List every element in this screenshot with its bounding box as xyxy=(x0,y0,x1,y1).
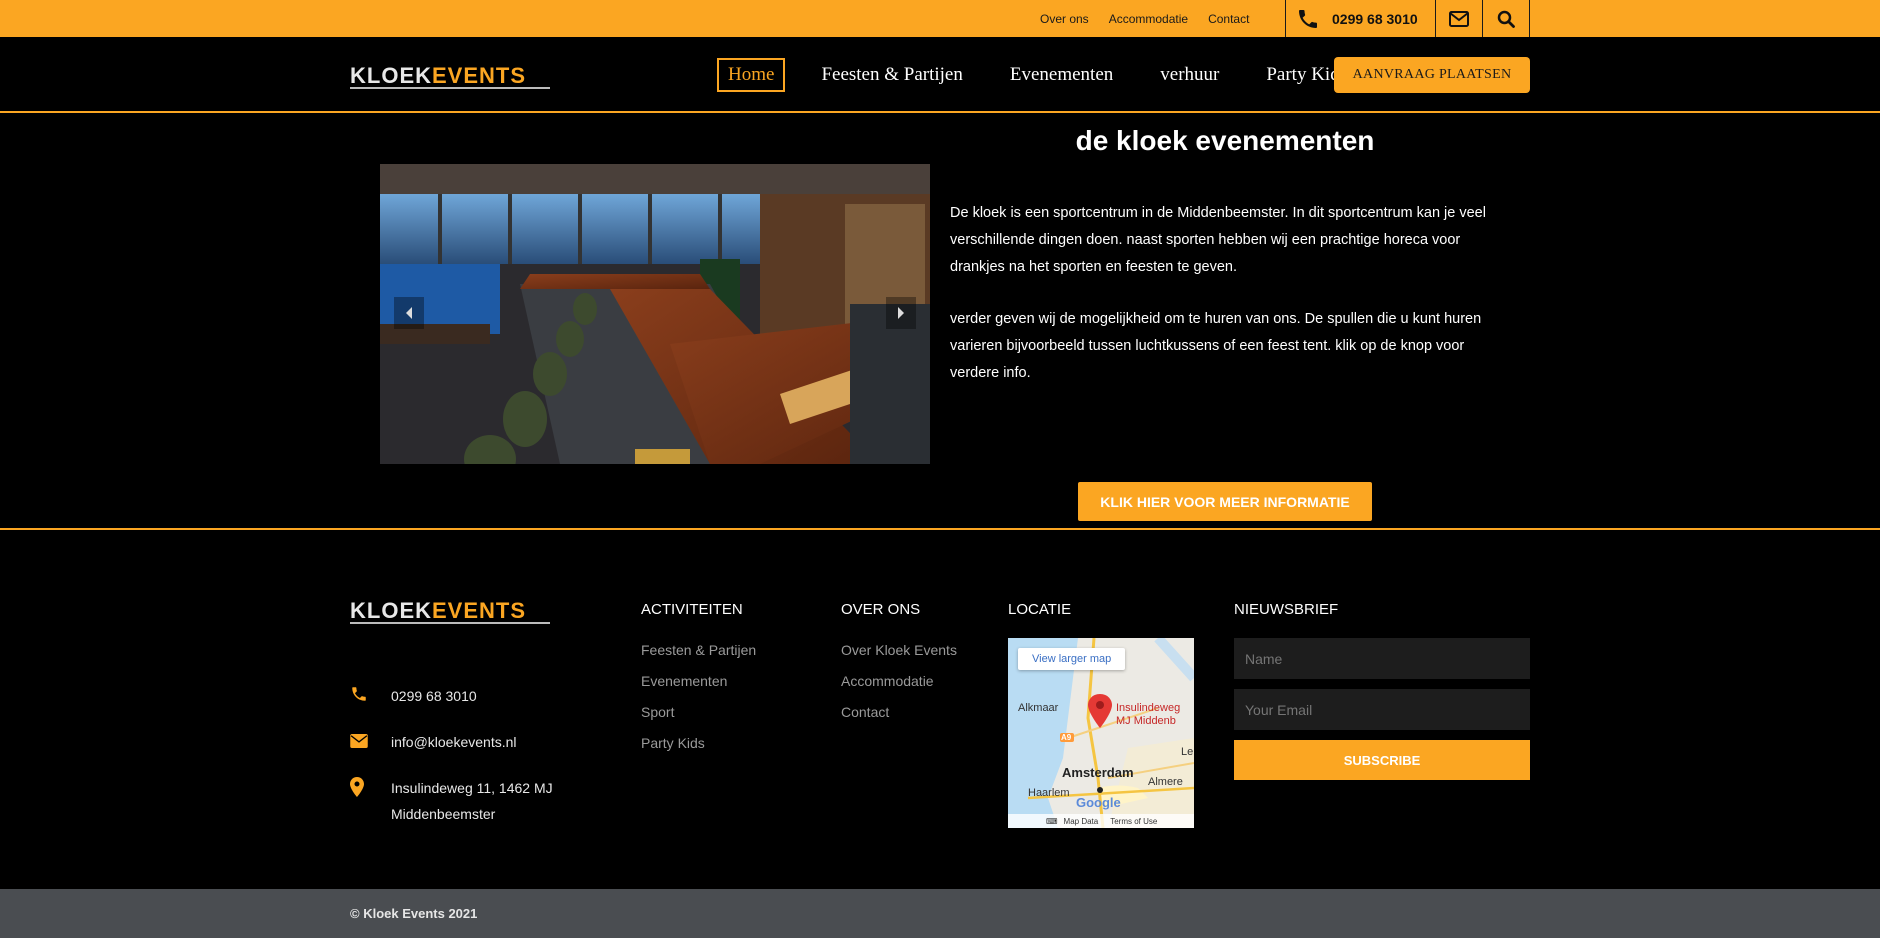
logo-text-left: KLOEK xyxy=(350,63,432,88)
intro-section: de kloek evenementen De kloek is een spo… xyxy=(0,113,1880,530)
map-label-alkmaar: Alkmaar xyxy=(1018,702,1059,714)
top-link-contact[interactable]: Contact xyxy=(1208,12,1249,26)
map-data-link[interactable]: Map Data xyxy=(1064,817,1099,826)
page-title: de kloek evenementen xyxy=(1075,125,1375,156)
map-label-insulindeweg: Insulindeweg xyxy=(1116,702,1181,714)
map-label-a9: A9 xyxy=(1061,733,1072,742)
search-button[interactable] xyxy=(1483,0,1529,37)
map-pin-icon xyxy=(350,777,364,797)
more-info-button[interactable]: KLIK HIER VOOR MEER INFORMATIE xyxy=(1078,482,1372,521)
footer-email[interactable]: info@kloekevents.nl xyxy=(391,729,517,755)
footer-link-contact[interactable]: Contact xyxy=(841,704,889,720)
over-ons-heading: OVER ONS xyxy=(841,601,921,618)
mail-button[interactable] xyxy=(1436,0,1482,37)
activiteiten-heading: ACTIVITEITEN xyxy=(641,601,743,618)
bar-interior-image xyxy=(380,164,930,464)
top-link-over-ons[interactable]: Over ons xyxy=(1040,12,1089,26)
footer-logo-underline xyxy=(350,622,550,624)
nav-menu: Home Feesten & Partijen Evenementen verh… xyxy=(717,37,1393,113)
footer-phone[interactable]: 0299 68 3010 xyxy=(391,683,477,709)
nav-home[interactable]: Home xyxy=(717,58,786,92)
footer-link-evenementen[interactable]: Evenementen xyxy=(641,673,727,689)
search-icon xyxy=(1497,10,1515,28)
slider-prev-button[interactable] xyxy=(394,297,424,329)
footer-link-sport[interactable]: Sport xyxy=(641,704,674,720)
map-label-lelystad: Le xyxy=(1181,746,1194,758)
address-line-1: Insulindeweg 11, 1462 MJ xyxy=(391,780,553,796)
nav-feesten-partijen[interactable]: Feesten & Partijen xyxy=(810,58,973,92)
copyright-text: © Kloek Events 2021 xyxy=(350,906,478,921)
divider xyxy=(1529,0,1530,37)
footer: KLOEK EVENTS 0299 68 3010 info@kloekeven… xyxy=(0,532,1880,889)
intro-paragraph-1: De kloek is een sportcentrum in de Midde… xyxy=(950,205,1486,275)
footer-link-party-kids[interactable]: Party Kids xyxy=(641,735,705,751)
top-link-accommodatie[interactable]: Accommodatie xyxy=(1109,12,1188,26)
intro-paragraph-2: verder geven wij de mogelijkheid om te h… xyxy=(950,311,1482,381)
map-label-haarlem: Haarlem xyxy=(1028,787,1070,799)
phone-icon xyxy=(1299,9,1317,28)
view-larger-map-link[interactable]: View larger map xyxy=(1018,648,1126,670)
top-phone[interactable]: 0299 68 3010 xyxy=(1296,0,1418,37)
chevron-right-icon xyxy=(898,307,904,319)
main-navigation: KLOEK EVENTS Home Feesten & Partijen Eve… xyxy=(0,37,1880,113)
footer-link-feesten[interactable]: Feesten & Partijen xyxy=(641,642,756,658)
phone-icon xyxy=(352,687,366,701)
request-button[interactable]: AANVRAAG PLAATSEN xyxy=(1334,57,1530,93)
address-line-2: Middenbeemster xyxy=(391,806,496,822)
top-links: Over ons Accommodatie Contact xyxy=(1040,0,1269,37)
envelope-icon xyxy=(1449,10,1469,27)
keyboard-icon[interactable]: ⌨ xyxy=(1046,817,1058,826)
logo[interactable]: KLOEK EVENTS xyxy=(350,63,526,89)
footer-logo-text-left: KLOEK xyxy=(350,598,432,623)
map-label-almere: Almere xyxy=(1148,776,1183,788)
footer-address: Insulindeweg 11, 1462 MJ Middenbeemster xyxy=(391,775,553,827)
map-label-amsterdam: Amsterdam xyxy=(1062,765,1134,780)
newsletter-email-input[interactable] xyxy=(1234,689,1530,730)
slider-next-button[interactable] xyxy=(886,297,916,329)
map-label-mj: MJ Middenb xyxy=(1116,715,1176,727)
logo-underline xyxy=(350,87,550,89)
chevron-left-icon xyxy=(406,307,412,319)
locatie-heading: LOCATIE xyxy=(1008,601,1072,618)
footer-logo[interactable]: KLOEK EVENTS xyxy=(350,598,526,624)
footer-link-accommodatie[interactable]: Accommodatie xyxy=(841,673,934,689)
footer-logo-text-right: EVENTS xyxy=(432,598,527,623)
image-slider[interactable] xyxy=(380,164,930,464)
footer-link-over-kloek[interactable]: Over Kloek Events xyxy=(841,642,957,658)
subscribe-button[interactable]: SUBSCRIBE xyxy=(1234,740,1530,780)
copyright-bar: © Kloek Events 2021 xyxy=(0,889,1880,938)
envelope-icon xyxy=(350,734,368,748)
google-logo: Google xyxy=(1076,795,1121,810)
newsletter-name-input[interactable] xyxy=(1234,638,1530,679)
logo-text-right: EVENTS xyxy=(432,63,527,88)
nav-verhuur[interactable]: verhuur xyxy=(1149,58,1230,92)
location-map[interactable]: View larger map Alkmaar Insulindeweg MJ … xyxy=(1008,638,1194,828)
top-bar: Over ons Accommodatie Contact 0299 68 30… xyxy=(0,0,1880,37)
nieuwsbrief-heading: NIEUWSBRIEF xyxy=(1234,601,1339,618)
nav-evenementen[interactable]: Evenementen xyxy=(999,58,1124,92)
top-phone-number: 0299 68 3010 xyxy=(1332,10,1418,27)
divider xyxy=(1285,0,1286,37)
map-attribution: ⌨ Map Data Terms of Use xyxy=(1008,814,1194,828)
terms-link[interactable]: Terms of Use xyxy=(1110,817,1157,826)
